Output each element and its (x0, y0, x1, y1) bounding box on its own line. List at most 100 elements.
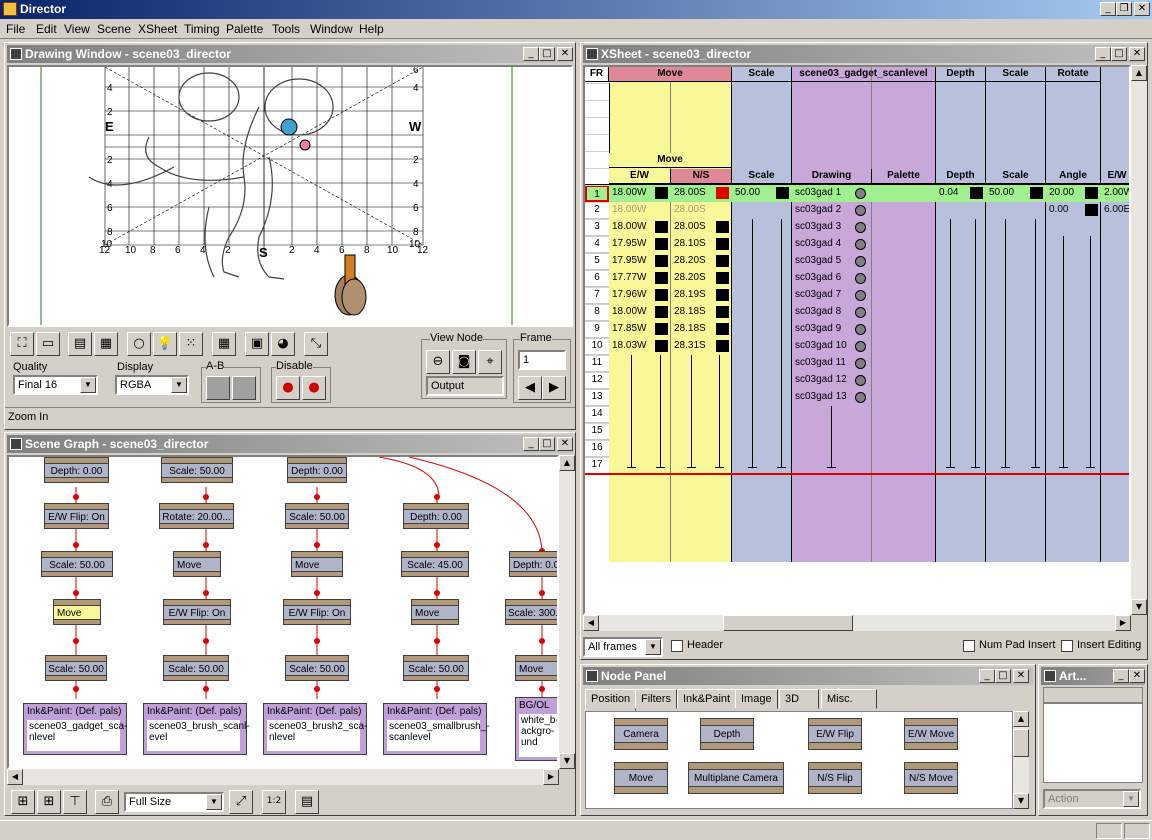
graph-node[interactable]: E/W Flip: On (44, 503, 109, 529)
close-icon[interactable]: ✕ (1013, 669, 1029, 683)
ink-paint-node[interactable]: Ink&Paint: (Def. pals) scene03_smallbrush… (383, 703, 490, 755)
panel-view-icon[interactable]: ▤ (295, 790, 319, 814)
node-multiplane-camera[interactable]: Multiplane Camera (688, 762, 784, 794)
tab-image[interactable]: Image (735, 689, 778, 709)
minimize-icon[interactable]: _ (1100, 2, 1116, 16)
header-checkbox[interactable] (671, 640, 683, 652)
menu-scene[interactable]: Scene (97, 22, 131, 36)
graph-node[interactable]: Scale: 50.00 (285, 655, 349, 681)
palette-header[interactable]: Palette (872, 169, 936, 184)
scroll-down-icon[interactable]: ▼ (1131, 599, 1147, 615)
keyframe-marker[interactable] (716, 272, 729, 284)
scale-header[interactable]: Scale (732, 67, 792, 82)
tab-position[interactable]: Position (585, 689, 637, 711)
frame-number[interactable]: 8 (585, 304, 609, 321)
node-depth[interactable]: Depth (700, 718, 754, 750)
node-ew-flip[interactable]: E/W Flip (808, 718, 862, 750)
palette-dot-icon[interactable] (855, 222, 866, 233)
scroll-left-icon[interactable]: ◀ (7, 769, 23, 785)
xsheet-cell[interactable]: 17.77W (609, 270, 671, 287)
graph-node[interactable]: Scale: 50.00 (285, 503, 349, 529)
palette-dot-icon[interactable] (855, 290, 866, 301)
b-button[interactable] (232, 376, 256, 400)
close-icon[interactable]: ✕ (1129, 669, 1145, 683)
tab-filters[interactable]: Filters (635, 689, 677, 709)
keyframe-marker[interactable] (655, 306, 668, 318)
menu-view[interactable]: View (64, 22, 90, 36)
field-guide-icon[interactable]: ▤ (68, 332, 92, 356)
menu-timing[interactable]: Timing (184, 22, 220, 36)
xsheet-hscroll[interactable]: ◀ ▶ (583, 615, 1131, 631)
quality-select[interactable]: Final 16 ▼ (13, 375, 98, 395)
ew2-header[interactable]: E/W (1101, 169, 1129, 184)
xsheet-cell[interactable]: sc03gad 6 (792, 270, 872, 287)
xsheet-cell[interactable]: sc03gad 3 (792, 219, 872, 236)
keyframe-marker[interactable] (970, 187, 983, 199)
frame-number[interactable]: 3 (585, 219, 609, 236)
graph-node[interactable]: E/W Flip: On (163, 599, 231, 625)
menu-tools[interactable]: Tools (272, 22, 300, 36)
node-ns-flip[interactable]: N/S Flip (808, 762, 862, 794)
safe-area-icon[interactable]: ▦ (94, 332, 118, 356)
scroll-up-icon[interactable]: ▲ (559, 455, 575, 471)
xsheet-cell[interactable]: 18.00W (609, 304, 671, 321)
palette-dot-icon[interactable] (855, 307, 866, 318)
xsheet-cell[interactable]: 28.20S (671, 253, 732, 270)
fit-icon[interactable]: ⛶ (10, 332, 34, 356)
art-list[interactable] (1043, 703, 1143, 783)
frame-number[interactable]: 6 (585, 270, 609, 287)
xsheet-cell[interactable]: sc03gad 5 (792, 253, 872, 270)
view-node-output[interactable]: Output (426, 376, 504, 396)
xsheet-cell[interactable]: 28.20S (671, 270, 732, 287)
disable-a-button[interactable]: ● (276, 376, 300, 400)
keyframe-marker[interactable] (655, 187, 668, 199)
xsheet-cell[interactable]: 28.00S (671, 185, 732, 202)
xsheet-cell[interactable]: sc03gad 4 (792, 236, 872, 253)
graph-node[interactable]: Scale: 50.00 (41, 551, 113, 577)
menu-window[interactable]: Window (310, 22, 353, 36)
ns-header[interactable]: N/S (671, 169, 732, 184)
xsheet-cell[interactable]: sc03gad 1 (792, 185, 872, 202)
keyframe-marker[interactable] (655, 255, 668, 267)
xsheet-cell[interactable]: 50.00 (732, 185, 792, 202)
minimize-icon[interactable]: _ (1095, 47, 1111, 61)
graph-node[interactable]: E/W Flip: On (283, 599, 351, 625)
scale2-subheader[interactable]: Scale (986, 169, 1046, 184)
tree-layout-icon[interactable]: ⊞ (11, 790, 35, 814)
angle-header[interactable]: Angle (1046, 169, 1101, 184)
tab-3d[interactable]: 3D (779, 689, 819, 709)
xsheet-cell[interactable]: sc03gad 11 (792, 355, 872, 372)
palette-dot-icon[interactable] (855, 239, 866, 250)
node-ns-move[interactable]: N/S Move (904, 762, 958, 794)
node-ew-move[interactable]: E/W Move (904, 718, 958, 750)
depth-subheader[interactable]: Depth (936, 169, 986, 184)
vscroll-thumb[interactable] (1013, 729, 1029, 757)
frame-number[interactable]: 12 (585, 372, 609, 389)
menu-palette[interactable]: Palette (226, 22, 263, 36)
menu-file[interactable]: File (6, 22, 25, 36)
lightbulb-icon[interactable]: 💡 (153, 332, 177, 356)
palette-dot-icon[interactable] (855, 375, 866, 386)
keyframe-marker[interactable] (716, 187, 729, 199)
keyframe-marker[interactable] (655, 340, 668, 352)
xsheet-cell[interactable]: 0.00 (1046, 202, 1101, 219)
keyframe-marker[interactable] (716, 289, 729, 301)
minimize-icon[interactable]: _ (523, 437, 539, 451)
depth-header[interactable]: Depth (936, 67, 986, 82)
xsheet-cell[interactable]: sc03gad 9 (792, 321, 872, 338)
frames-select[interactable]: All frames ▼ (583, 637, 663, 657)
hscroll-thumb[interactable] (723, 615, 853, 631)
menu-edit[interactable]: Edit (36, 22, 57, 36)
grid-layout-icon[interactable]: ⊞ (37, 790, 61, 814)
ink-paint-node[interactable]: Ink&Paint: (Def. pals) scene03_brush_scan… (143, 703, 250, 755)
node-move[interactable]: Move (614, 762, 668, 794)
num-pad-insert-checkbox[interactable] (963, 640, 975, 652)
node-camera[interactable]: Camera (614, 718, 668, 750)
zoom-region-icon[interactable]: ⤡ (304, 332, 328, 356)
graph-node[interactable]: Scale: 50.00 (45, 655, 107, 681)
graph-node-selected[interactable]: Move (53, 599, 101, 625)
disable-b-button[interactable]: ● (302, 376, 326, 400)
tab-misc[interactable]: Misc. (821, 689, 877, 709)
graph-node[interactable]: Scale: 300.0 (505, 599, 557, 625)
keyframe-marker[interactable] (1030, 187, 1043, 199)
